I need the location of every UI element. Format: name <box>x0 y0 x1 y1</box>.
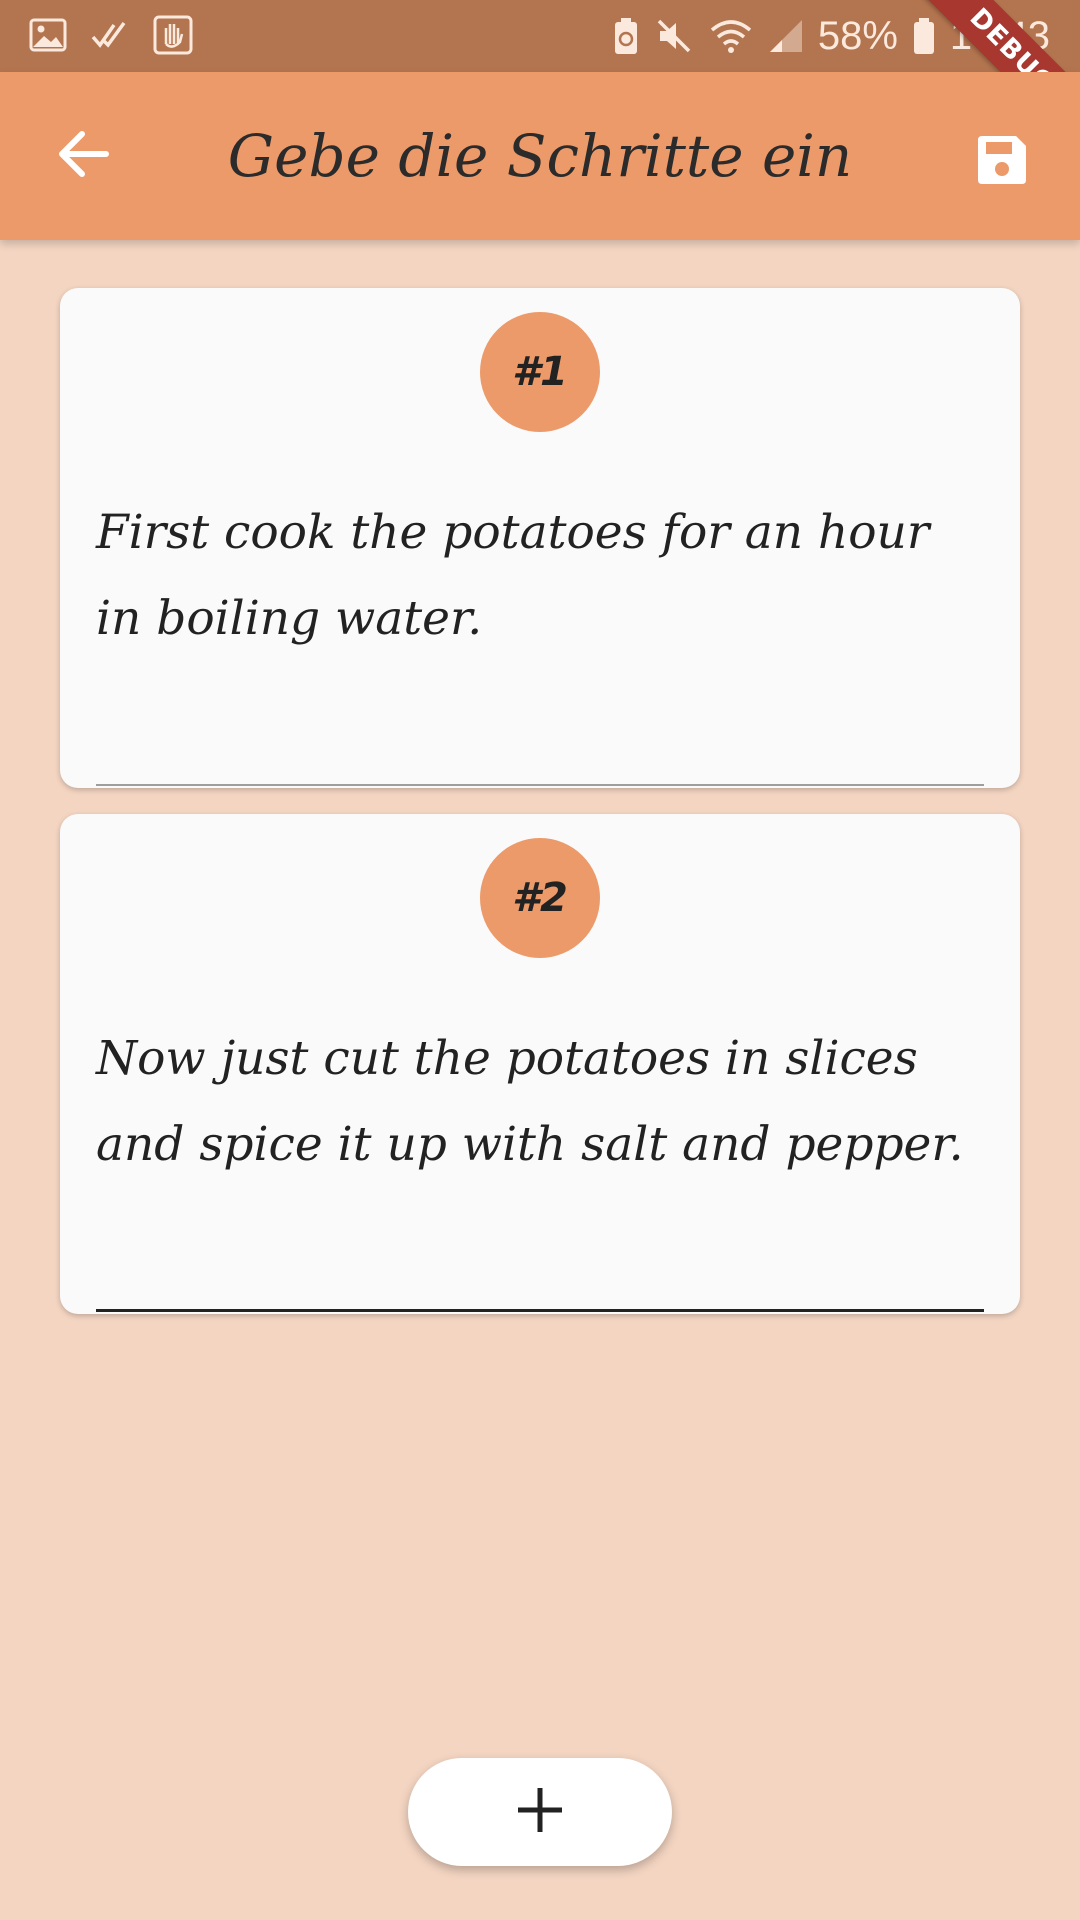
arrow-back-icon <box>56 126 112 187</box>
signal-icon <box>768 16 804 56</box>
step-card: #2 Now just cut the potatoes in slices a… <box>60 814 1020 1314</box>
wifi-icon <box>708 16 754 56</box>
battery-saver-icon <box>612 16 640 56</box>
step-card: #1 First cook the potatoes for an hour i… <box>60 288 1020 788</box>
hand-icon <box>152 14 194 56</box>
text-field-underline <box>96 784 984 786</box>
battery-icon <box>912 16 936 56</box>
double-check-icon <box>90 15 130 55</box>
app-bar: Gebe die Schritte ein <box>0 72 1080 240</box>
step-text-field[interactable]: First cook the potatoes for an hour in b… <box>96 490 984 662</box>
page-title: Gebe die Schritte ein <box>227 122 853 190</box>
save-icon <box>974 132 1030 193</box>
plus-icon <box>514 1784 566 1841</box>
status-bar: 58% 10:43 DEBUG <box>0 0 1080 72</box>
add-step-button[interactable] <box>408 1758 672 1866</box>
notification-icons <box>28 14 194 56</box>
battery-percent: 58% <box>817 13 898 58</box>
back-button[interactable] <box>44 116 124 196</box>
text-field-underline <box>96 1309 984 1312</box>
save-button[interactable] <box>962 122 1042 202</box>
step-text-field[interactable]: Now just cut the potatoes in slices and … <box>96 1016 984 1188</box>
gallery-icon <box>28 15 68 55</box>
step-number-badge: #1 <box>480 312 600 432</box>
step-number-badge: #2 <box>480 838 600 958</box>
mute-icon <box>654 16 694 56</box>
